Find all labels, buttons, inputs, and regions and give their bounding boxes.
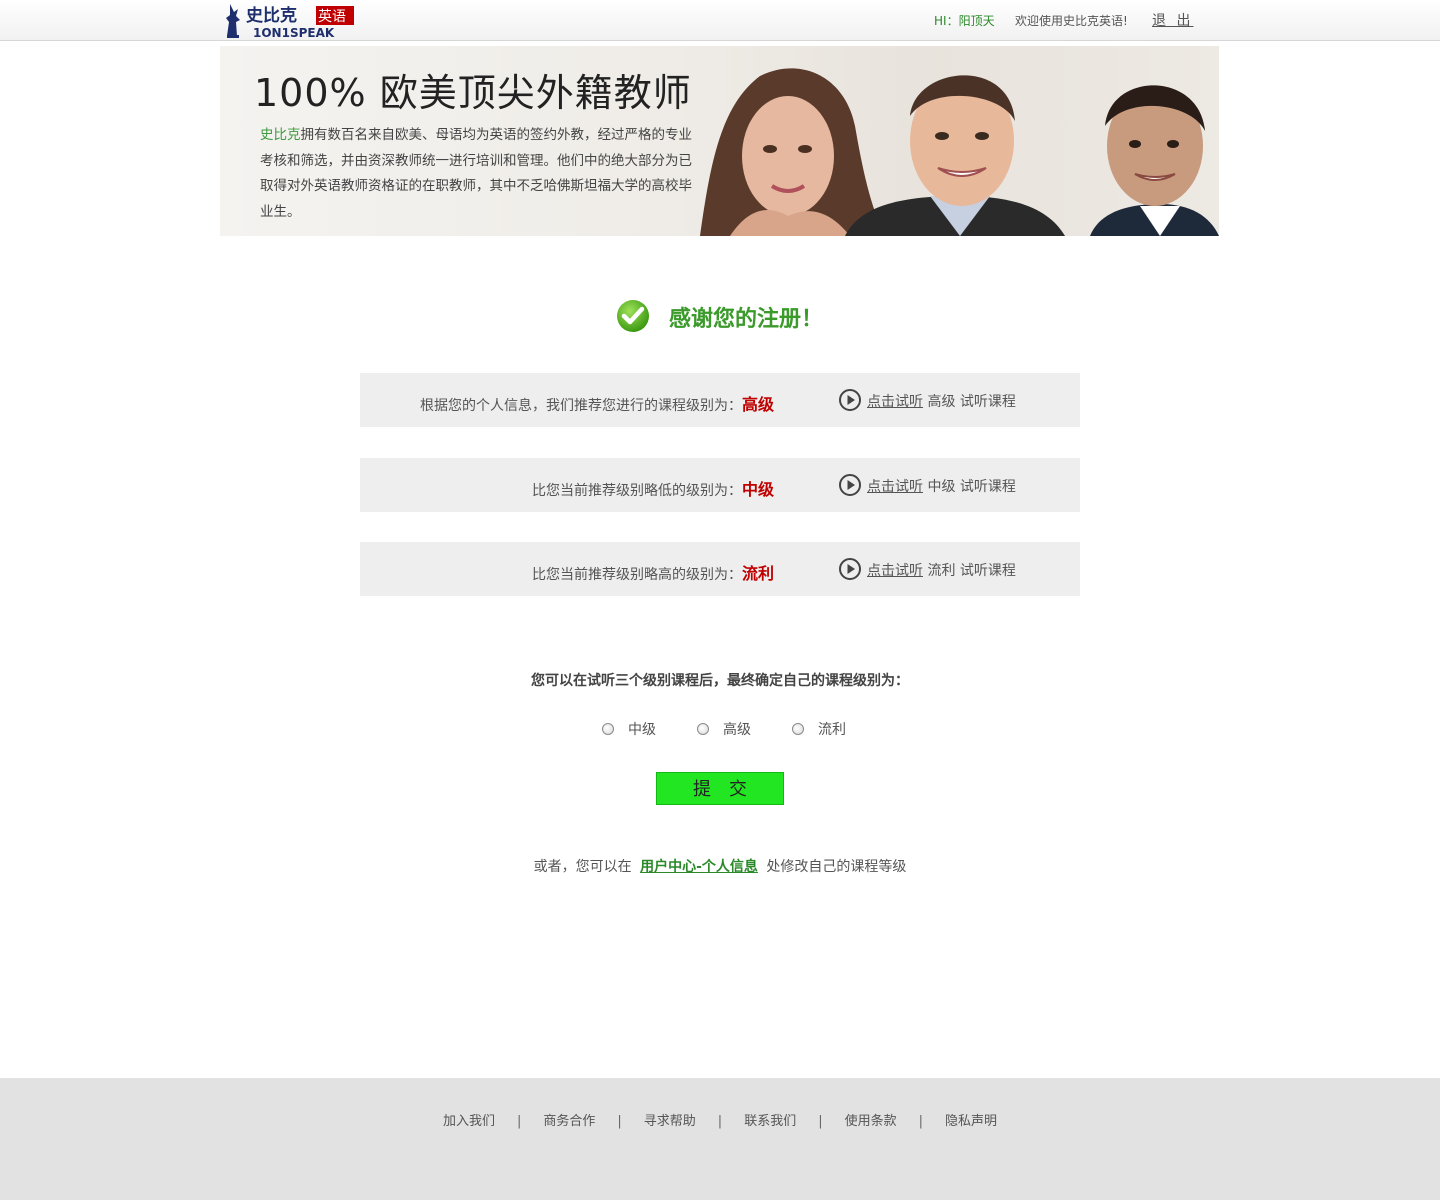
higher-level-row: 比您当前推荐级别略高的级别为：流利 点击试听 流利 试听课程 [360,542,1080,596]
trial-info: 点击试听 中级 试听课程 [867,476,1016,496]
greeting-prefix: HI： [934,14,959,28]
recommended-level-row: 根据您的个人信息，我们推荐您进行的课程级别为：高级 点击试听 高级 试听课程 [360,373,1080,427]
alternative-note: 或者，您可以在 用户中心-个人信息 处修改自己的课程等级 [0,856,1440,876]
trial-link[interactable]: 点击试听 [867,479,923,495]
user-center-link[interactable]: 用户中心-个人信息 [640,859,758,875]
rec-label: 比您当前推荐级别略低的级别为：中级 [532,476,774,500]
rec-label-text: 比您当前推荐级别略高的级别为： [531,567,742,583]
footer-separator: | [818,1114,823,1129]
radio-label: 流利 [818,722,846,738]
rec-level: 流利 [741,564,774,583]
rec-label: 比您当前推荐级别略高的级别为：流利 [532,560,774,584]
teachers-photo [700,68,1219,236]
rec-label: 根据您的个人信息，我们推荐您进行的课程级别为：高级 [420,391,774,415]
radio-label: 高级 [723,722,751,738]
footer-link-join-us[interactable]: 加入我们 [443,1114,495,1129]
radio-option-intermediate[interactable]: 中级 [602,719,656,739]
trial-course-level: 流利 [927,563,956,579]
radio-button[interactable] [697,723,709,735]
footer-separator: | [918,1114,923,1129]
teacher-man-right-figure [1090,85,1219,236]
play-icon[interactable] [838,388,862,412]
site-logo[interactable]: 史比克 英语 1ON1SPEAK [224,2,356,39]
logout-link[interactable]: 退 出 [1152,10,1193,30]
trial-suffix: 试听课程 [959,479,1016,495]
footer-separator: | [617,1114,622,1129]
trial-course-level: 高级 [927,394,956,410]
logo-graphic: 史比克 英语 1ON1SPEAK [226,4,354,39]
trial-info: 点击试听 高级 试听课程 [867,391,1016,411]
lower-level-row: 比您当前推荐级别略低的级别为：中级 点击试听 中级 试听课程 [360,458,1080,512]
thanks-text: 感谢您的注册！ [669,306,824,332]
trial-suffix: 试听课程 [959,394,1016,410]
logo-cn: 史比克 [246,5,297,26]
banner-text: 拥有数百名来自欧美、母语均为英语的签约外教，经过严格的专业考核和筛选，并由资深教… [260,127,692,220]
footer-link-privacy[interactable]: 隐私声明 [945,1114,997,1129]
statue-of-liberty-icon [226,4,240,38]
logo-en: 1ON1SPEAK [253,26,335,39]
banner-brand: 史比克 [260,127,301,143]
logo-badge: 英语 [318,8,346,25]
footer-links: 加入我们 | 商务合作 | 寻求帮助 | 联系我们 | 使用条款 | 隐私声明 [0,1110,1440,1129]
trial-course-level: 中级 [927,479,956,495]
footer: 加入我们 | 商务合作 | 寻求帮助 | 联系我们 | 使用条款 | 隐私声明 [0,1078,1440,1200]
banner-description: 史比克拥有数百名来自欧美、母语均为英语的签约外教，经过严格的专业考核和筛选，并由… [260,123,700,225]
trial-info: 点击试听 流利 试听课程 [867,560,1016,580]
username: 阳顶天 [958,14,995,28]
welcome-text: 欢迎使用史比克英语! [1015,14,1128,28]
check-circle-icon [617,300,649,332]
or-suffix: 处修改自己的课程等级 [766,859,907,875]
footer-link-terms[interactable]: 使用条款 [845,1114,897,1129]
teacher-man-center-figure [845,75,1065,236]
rec-label-text: 比您当前推荐级别略低的级别为： [531,483,742,499]
footer-link-business[interactable]: 商务合作 [543,1114,595,1129]
play-icon[interactable] [838,557,862,581]
radio-button[interactable] [792,723,804,735]
footer-link-contact[interactable]: 联系我们 [744,1114,796,1129]
submit-button[interactable]: 提交 [656,772,784,805]
or-prefix: 或者，您可以在 [533,859,632,875]
trial-link[interactable]: 点击试听 [867,394,923,410]
radio-option-advanced[interactable]: 高级 [697,719,751,739]
rec-level: 高级 [741,395,774,414]
footer-separator: | [717,1114,723,1129]
footer-link-help[interactable]: 寻求帮助 [644,1114,696,1129]
greeting: HI：阳顶天 [934,12,995,29]
rec-level: 中级 [741,480,774,499]
teacher-woman-figure [700,68,885,236]
radio-button[interactable] [602,723,614,735]
radio-option-fluent[interactable]: 流利 [792,719,846,739]
choose-level-label: 您可以在试听三个级别课程后，最终确定自己的课程级别为： [531,673,909,689]
teacher-banner: 100% 欧美顶尖外籍教师 史比克拥有数百名来自欧美、母语均为英语的签约外教，经… [220,46,1219,236]
play-icon[interactable] [838,473,862,497]
radio-label: 中级 [628,722,656,738]
banner-title: 100% 欧美顶尖外籍教师 [254,71,692,115]
trial-suffix: 试听课程 [959,563,1016,579]
top-bar: 史比克 英语 1ON1SPEAK HI：阳顶天 欢迎使用史比克英语! 退 出 [0,0,1440,41]
trial-link[interactable]: 点击试听 [867,563,923,579]
rec-label-text: 根据您的个人信息，我们推荐您进行的课程级别为： [419,398,742,414]
footer-separator: | [516,1114,522,1129]
